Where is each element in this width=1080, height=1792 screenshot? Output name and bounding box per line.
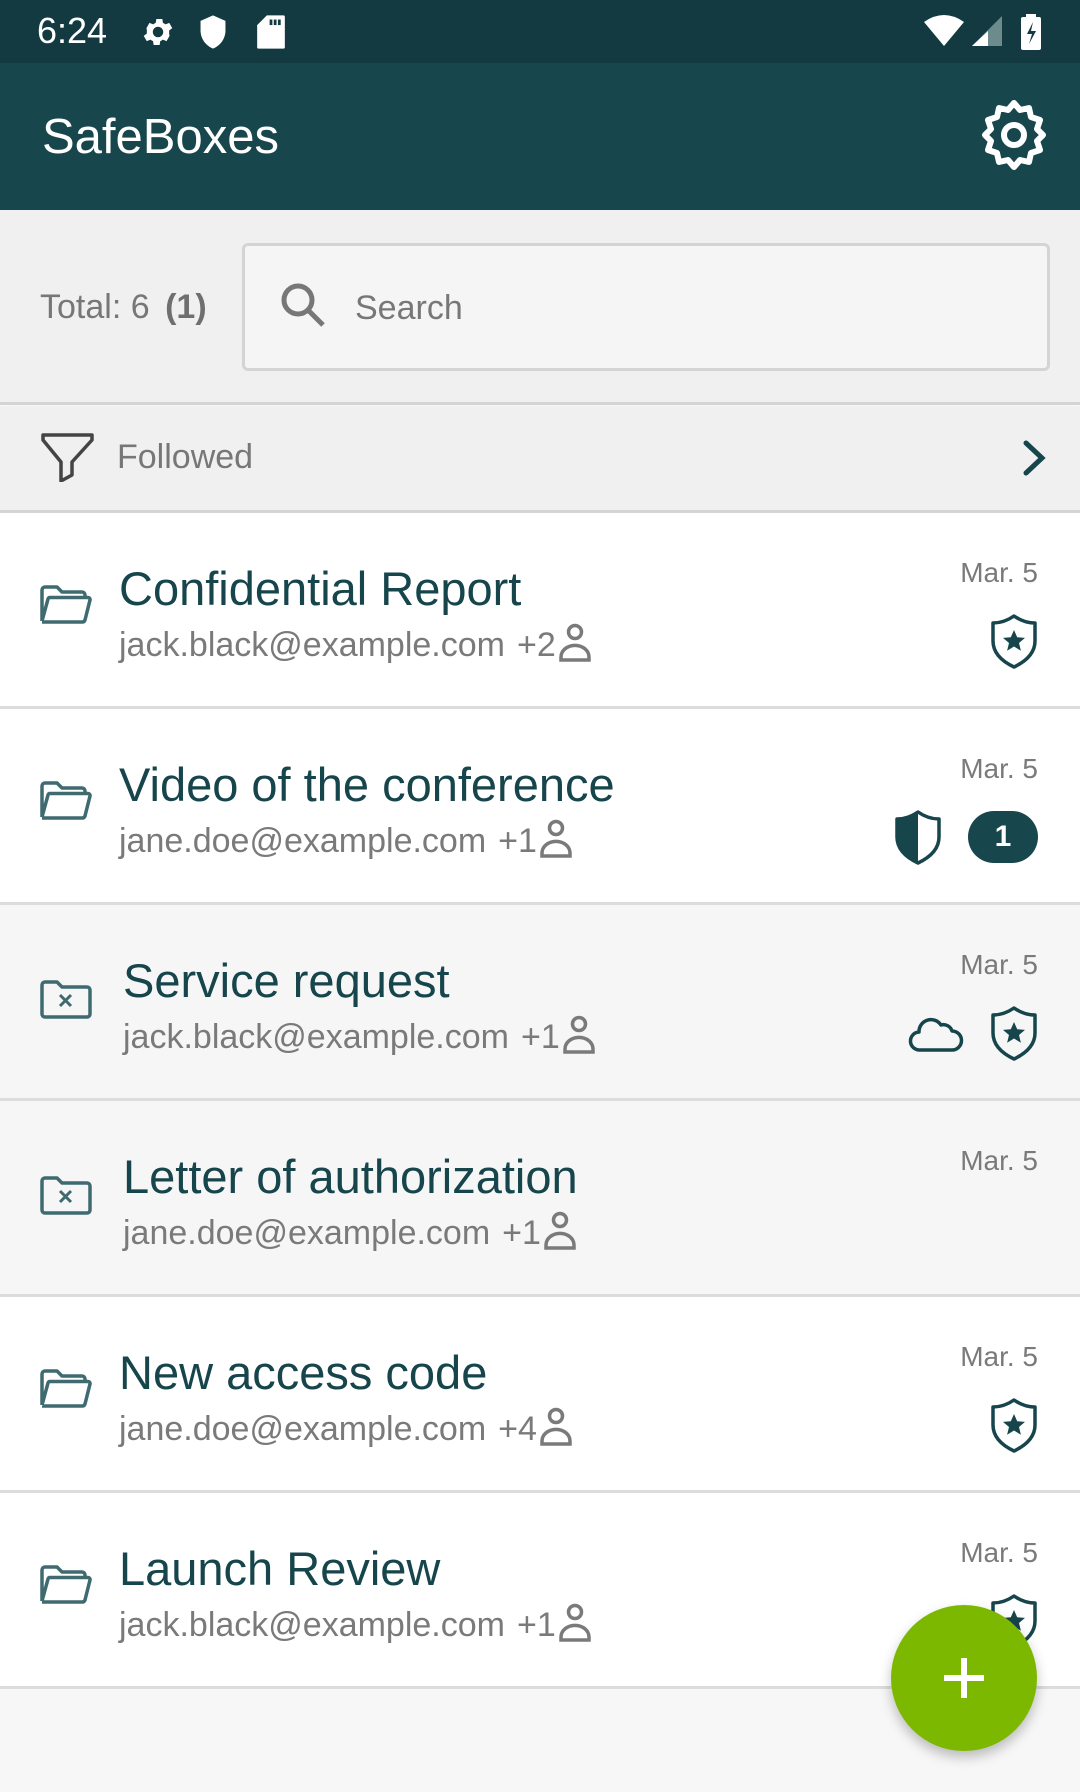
participants-extra-count: +1 xyxy=(521,1018,560,1056)
folder-open-icon xyxy=(40,585,92,624)
search-icon xyxy=(281,283,325,327)
settings-button[interactable] xyxy=(972,93,1056,177)
person-icon xyxy=(544,1211,576,1250)
safebox-row[interactable]: Confidential Report jack.black@example.co… xyxy=(0,513,1080,709)
status-time: 6:24 xyxy=(37,10,108,51)
safebox-participants: jane.doe@example.com +1 xyxy=(119,819,573,861)
battery-charging-icon xyxy=(1021,14,1041,50)
new-safebox-button[interactable] xyxy=(891,1605,1037,1751)
folder-open-icon xyxy=(40,1565,92,1604)
safebox-list: Confidential Report jack.black@example.co… xyxy=(0,513,1080,1689)
safebox-row[interactable]: Service request jack.black@example.com +1 M… xyxy=(0,905,1080,1101)
shield-star-icon xyxy=(991,1398,1037,1453)
app-bar: SafeBoxes xyxy=(0,63,1080,210)
participants-extra-count: +4 xyxy=(498,1410,537,1448)
safebox-badges xyxy=(908,1005,1038,1061)
person-icon xyxy=(540,1407,572,1446)
safebox-owner: jane.doe@example.com xyxy=(119,1410,487,1448)
cellular-signal-icon xyxy=(972,16,1002,46)
person-icon xyxy=(559,623,591,662)
safebox-title: Video of the conference xyxy=(119,758,615,811)
person-icon xyxy=(563,1015,595,1054)
chevron-right-icon[interactable] xyxy=(1022,440,1046,476)
safebox-owner: jane.doe@example.com xyxy=(123,1214,491,1252)
shield-half-icon xyxy=(895,810,941,865)
safebox-owner: jane.doe@example.com xyxy=(119,822,487,860)
safebox-status-icon xyxy=(40,1369,92,1414)
safebox-status-icon xyxy=(40,1565,92,1610)
safebox-participants: jack.black@example.com +1 xyxy=(123,1015,596,1057)
safebox-date: Mar. 5 xyxy=(960,1145,1038,1176)
gear-outline-icon xyxy=(982,100,1046,170)
filter-icon xyxy=(41,433,94,482)
cloud-icon xyxy=(908,1017,964,1052)
filter-label: Followed xyxy=(117,438,254,476)
participants-extra-count: +1 xyxy=(498,822,537,860)
gear-icon xyxy=(143,18,173,46)
status-bar: 6:24 xyxy=(0,0,1080,63)
wifi-icon xyxy=(924,15,964,46)
safebox-badges xyxy=(990,613,1038,669)
safebox-status-icon xyxy=(40,781,92,826)
participants-extra-count: +1 xyxy=(502,1214,541,1252)
safebox-title: Confidential Report xyxy=(119,562,522,615)
safebox-badges: 1 xyxy=(894,809,1038,865)
sd-card-icon xyxy=(257,15,285,49)
total-value: 6 xyxy=(130,288,150,326)
search-box[interactable] xyxy=(242,243,1050,371)
participants-extra-count: +1 xyxy=(517,1606,556,1644)
safebox-title: Letter of authorization xyxy=(123,1150,578,1203)
person-icon xyxy=(559,1603,591,1642)
folder-open-icon xyxy=(40,1369,92,1408)
safebox-status-icon xyxy=(40,585,92,630)
safebox-status-icon xyxy=(40,1173,92,1220)
filter-bar[interactable]: Followed xyxy=(0,406,1080,513)
folder-closed-icon xyxy=(40,1176,92,1215)
safebox-date: Mar. 5 xyxy=(960,1537,1038,1568)
shield-star-icon xyxy=(991,614,1037,669)
safebox-owner: jack.black@example.com xyxy=(119,1606,505,1644)
safebox-participants: jane.doe@example.com +4 xyxy=(119,1407,573,1449)
shield-icon xyxy=(200,15,226,49)
safebox-participants: jack.black@example.com +2 xyxy=(119,623,592,665)
safebox-badges xyxy=(990,1397,1038,1453)
folder-closed-icon xyxy=(40,980,92,1019)
total-count: Total: 6 (1) xyxy=(40,288,207,327)
participants-extra-count: +2 xyxy=(517,626,556,664)
safebox-row[interactable]: New access code jane.doe@example.com +4 Mar… xyxy=(0,1297,1080,1493)
safebox-title: New access code xyxy=(119,1346,488,1399)
safebox-row[interactable]: Video of the conference jane.doe@example.… xyxy=(0,709,1080,905)
total-label: Total: xyxy=(40,288,122,326)
safebox-owner: jack.black@example.com xyxy=(119,626,505,664)
safebox-date: Mar. 5 xyxy=(960,1341,1038,1372)
safebox-date: Mar. 5 xyxy=(960,753,1038,784)
app-title: SafeBoxes xyxy=(42,110,279,164)
safebox-status-icon xyxy=(40,977,92,1024)
shield-star-icon xyxy=(991,1006,1037,1061)
unread-count-badge: 1 xyxy=(968,811,1038,863)
plus-icon xyxy=(944,1658,984,1698)
summary-search-panel: Total: 6 (1) xyxy=(0,210,1080,405)
unread-total: (1) xyxy=(165,288,207,326)
safebox-participants: jack.black@example.com +1 xyxy=(119,1603,592,1645)
safebox-row[interactable]: Letter of authorization jane.doe@example.… xyxy=(0,1101,1080,1297)
person-icon xyxy=(540,819,572,858)
folder-open-icon xyxy=(40,781,92,820)
safebox-participants: jane.doe@example.com +1 xyxy=(123,1211,577,1253)
safebox-date: Mar. 5 xyxy=(960,557,1038,588)
safebox-title: Service request xyxy=(123,954,450,1007)
search-input[interactable] xyxy=(353,246,1017,370)
safebox-title: Launch Review xyxy=(119,1542,441,1595)
safebox-owner: jack.black@example.com xyxy=(123,1018,509,1056)
safebox-date: Mar. 5 xyxy=(960,949,1038,980)
